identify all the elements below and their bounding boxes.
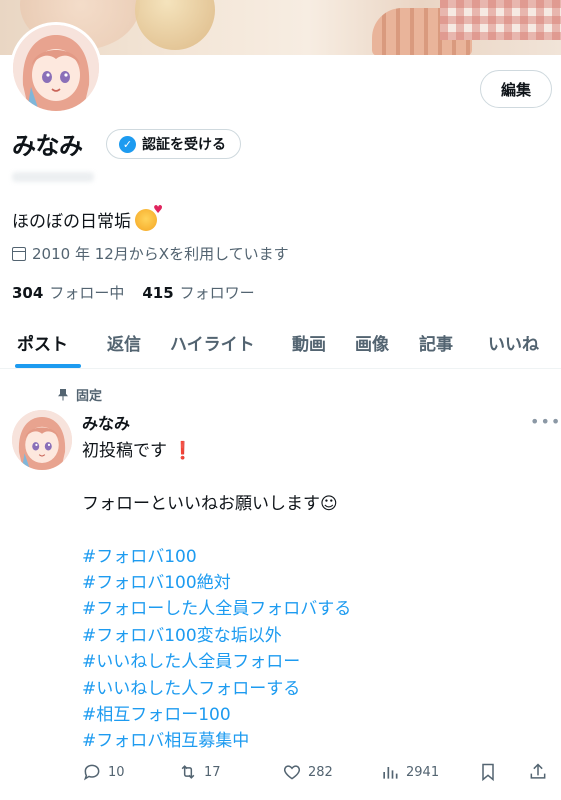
pinned-indicator: 固定 — [58, 385, 102, 404]
avatar-illustration — [13, 25, 99, 111]
reply-count: 10 — [108, 764, 125, 780]
avatar-illustration — [12, 410, 72, 470]
followers-label: フォロワー — [179, 284, 255, 302]
more-options-icon[interactable]: ••• — [530, 412, 561, 431]
follow-stats: 304 フォロー中 415 フォロワー — [12, 282, 255, 303]
repost-icon — [181, 765, 195, 779]
bio-text: ほのぼの日常垢 — [12, 212, 131, 232]
username-handle — [12, 172, 94, 182]
profile-tabs: ポスト 返信 ハイライト 動画 画像 記事 いいね — [0, 320, 561, 369]
tab-images[interactable]: 画像 — [355, 330, 389, 355]
pin-icon — [58, 388, 68, 401]
banner-decoration — [440, 0, 561, 40]
pinned-label: 固定 — [76, 389, 103, 404]
like-count: 282 — [308, 764, 333, 780]
post-text-line: 初投稿です — [82, 441, 167, 461]
repost-count: 17 — [204, 764, 221, 780]
exclamation-icon: ❗ — [167, 441, 194, 461]
active-tab-indicator — [15, 364, 81, 368]
hashtag-link[interactable]: #相互フォロー100 — [82, 702, 552, 728]
post-body: 初投稿です ❗ フォローといいねお願いします☺ #フォロバ100 #フォロバ10… — [82, 438, 552, 755]
hashtag-link[interactable]: #フォロバ100変な垢以外 — [82, 623, 552, 649]
tab-videos[interactable]: 動画 — [292, 330, 326, 355]
following-count: 304 — [12, 284, 44, 302]
bio: ほのぼの日常垢 — [12, 203, 163, 233]
tab-likes[interactable]: いいね — [488, 330, 539, 355]
share-button[interactable] — [528, 762, 548, 782]
profile-avatar[interactable] — [10, 22, 102, 114]
hashtag-link[interactable]: #いいねした人フォローする — [82, 676, 552, 702]
following-link[interactable]: 304 フォロー中 — [12, 282, 124, 303]
repost-button[interactable]: 17 — [178, 762, 221, 782]
post-author-avatar[interactable] — [12, 410, 72, 470]
edit-profile-button[interactable]: 編集 — [480, 70, 552, 108]
like-button[interactable]: 282 — [282, 762, 333, 782]
post-text-line: フォローといいねお願いします☺ — [82, 493, 338, 514]
reply-icon — [83, 764, 100, 781]
followers-link[interactable]: 415 フォロワー — [142, 282, 254, 303]
get-verified-button[interactable]: ✓ 認証を受ける — [106, 129, 241, 159]
calendar-icon — [12, 246, 26, 261]
hashtag-link[interactable]: #フォロバ相互募集中 — [82, 728, 552, 754]
tab-replies[interactable]: 返信 — [107, 330, 141, 355]
hashtag-link[interactable]: #いいねした人全員フォロー — [82, 649, 552, 675]
smiling-face-with-hearts-icon — [135, 203, 163, 231]
hashtag-link[interactable]: #フォロバ100 — [82, 544, 552, 570]
tab-articles[interactable]: 記事 — [419, 330, 453, 355]
display-name: みなみ — [12, 132, 83, 160]
banner-decoration — [135, 0, 215, 50]
post-action-bar: 10 17 282 2941 — [0, 762, 561, 788]
views-button[interactable]: 2941 — [380, 762, 439, 782]
heart-icon — [283, 765, 301, 780]
verified-badge-icon: ✓ — [119, 135, 136, 153]
get-verified-label: 認証を受ける — [142, 137, 226, 153]
view-count: 2941 — [406, 764, 440, 780]
followers-count: 415 — [142, 284, 174, 302]
views-chart-icon — [383, 767, 398, 779]
share-icon — [530, 763, 546, 779]
post-author-name[interactable]: みなみ — [82, 410, 130, 434]
join-date: 2010 年 12月からXを利用しています — [12, 243, 289, 264]
bookmark-button[interactable] — [478, 762, 498, 782]
tab-highlights[interactable]: ハイライト — [170, 330, 255, 355]
hashtag-link[interactable]: #フォローした人全員フォロバする — [82, 596, 552, 622]
bookmark-icon — [482, 763, 494, 782]
reply-button[interactable]: 10 — [82, 762, 125, 782]
tab-posts[interactable]: ポスト — [17, 330, 68, 355]
join-date-text: 2010 年 12月からXを利用しています — [32, 245, 289, 263]
hashtag-link[interactable]: #フォロバ100絶対 — [82, 570, 552, 596]
following-label: フォロー中 — [49, 284, 125, 302]
